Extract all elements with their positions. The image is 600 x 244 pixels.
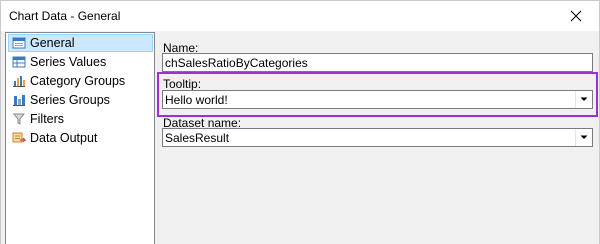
series-values-icon: [12, 55, 26, 69]
tooltip-label: Tooltip:: [163, 77, 202, 91]
chevron-down-icon: [580, 135, 588, 139]
series-groups-icon: [12, 93, 26, 107]
data-output-icon: [12, 131, 26, 145]
dataset-name-value: SalesResult: [165, 130, 230, 145]
dataset-dropdown-button[interactable]: [575, 129, 592, 146]
tooltip-dropdown-button[interactable]: [575, 91, 592, 108]
sidebar-item-label: General: [30, 36, 75, 50]
tooltip-combobox[interactable]: Hello world!: [162, 90, 593, 109]
category-groups-icon: [12, 74, 26, 88]
sidebar-item-filters[interactable]: Filters: [8, 110, 153, 128]
section-list: General Series Values Category Groups Se…: [5, 32, 155, 244]
close-icon: [570, 10, 582, 22]
name-input[interactable]: chSalesRatioByCategories: [162, 53, 593, 72]
dataset-name-combobox[interactable]: SalesResult: [162, 128, 593, 147]
general-icon: [12, 36, 26, 50]
window-title: Chart Data - General: [9, 9, 121, 23]
sidebar-item-data-output[interactable]: Data Output: [8, 129, 153, 147]
sidebar-item-general[interactable]: General: [8, 34, 153, 52]
filter-icon: [12, 112, 26, 126]
sidebar-item-label: Filters: [30, 112, 65, 126]
sidebar-item-label: Data Output: [30, 131, 98, 145]
title-bar: Chart Data - General: [1, 1, 599, 31]
chevron-down-icon: [580, 97, 588, 101]
sidebar-item-series-values[interactable]: Series Values: [8, 53, 153, 71]
sidebar-item-label: Category Groups: [30, 74, 126, 88]
sidebar-item-label: Series Groups: [30, 93, 110, 107]
name-value: chSalesRatioByCategories: [165, 55, 308, 70]
sidebar-item-category-groups[interactable]: Category Groups: [8, 72, 153, 90]
close-button[interactable]: [553, 1, 599, 31]
chart-data-dialog: Chart Data - General General Series Valu…: [0, 0, 600, 244]
sidebar-item-series-groups[interactable]: Series Groups: [8, 91, 153, 109]
tooltip-value: Hello world!: [165, 92, 228, 107]
sidebar-item-label: Series Values: [30, 55, 107, 69]
